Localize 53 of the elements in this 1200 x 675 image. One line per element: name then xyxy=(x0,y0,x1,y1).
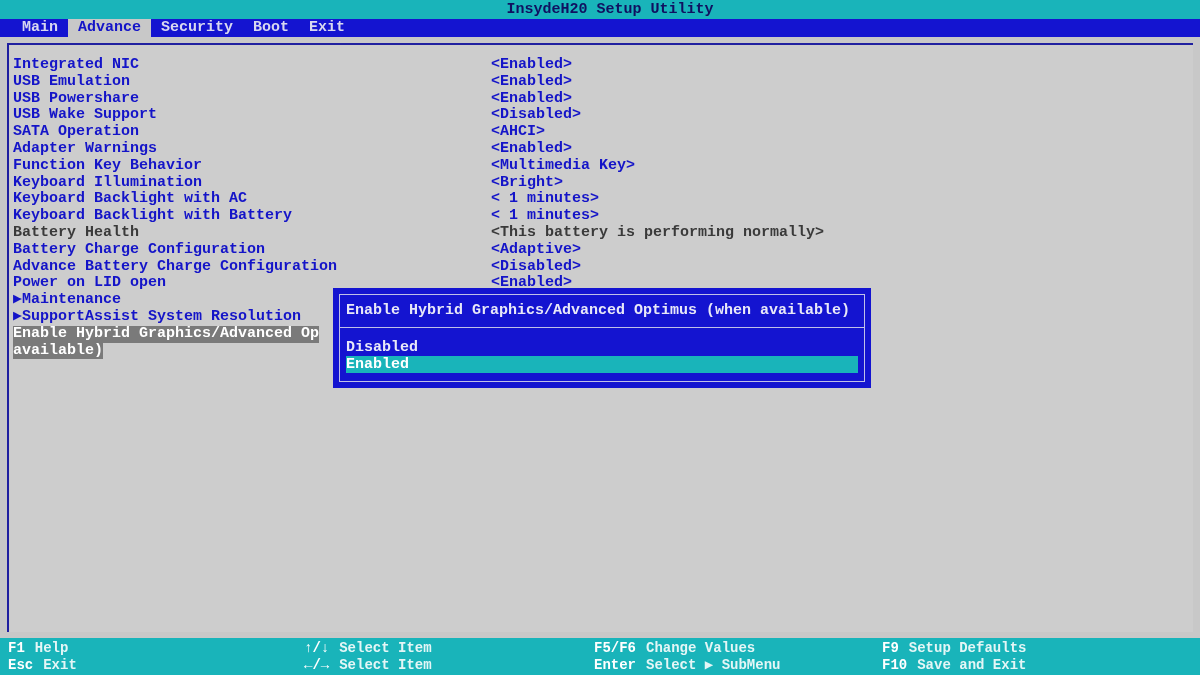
key-action: Select Item xyxy=(339,656,432,673)
submenu-link[interactable]: ▶Maintenance xyxy=(13,292,122,309)
setting-value[interactable]: <Adaptive> xyxy=(491,241,581,259)
menu-tab[interactable]: Exit xyxy=(299,19,356,37)
setting-label[interactable]: Adapter Warnings xyxy=(13,141,158,158)
key-hint: Enter xyxy=(594,656,636,673)
key-action: Save and Exit xyxy=(917,656,1027,673)
window-title: InsydeH20 Setup Utility xyxy=(506,0,714,19)
popup-option[interactable]: Disabled xyxy=(346,339,858,356)
key-action: Select Item xyxy=(339,640,432,657)
key-hint: ←/→ xyxy=(304,656,330,673)
popup-title: Enable Hybrid Graphics/Advanced Optimus (when available) xyxy=(346,300,851,321)
submenu-link[interactable]: ▶SupportAssist System Resolution xyxy=(13,308,302,326)
menu-tab[interactable]: Boot xyxy=(243,19,300,37)
key-action: Select ▶ SubMenu xyxy=(646,656,781,673)
setting-label[interactable]: USB Wake Support xyxy=(13,107,158,125)
setting-label[interactable]: Keyboard Illumination xyxy=(13,174,203,192)
key-hint: F1 xyxy=(8,640,25,657)
key-action: Change Values xyxy=(646,640,756,657)
setting-value[interactable]: <Disabled> xyxy=(491,107,581,125)
setting-label[interactable]: Battery Charge Configuration xyxy=(13,241,266,259)
setting-label[interactable]: USB Emulation xyxy=(13,73,131,91)
key-hint: Esc xyxy=(8,656,34,673)
menu-tab[interactable]: Security xyxy=(151,19,244,37)
key-hint: F9 xyxy=(882,640,899,657)
setting-value[interactable]: <Enabled> xyxy=(491,90,572,108)
setting-label[interactable]: Function Key Behavior xyxy=(13,157,203,175)
key-hint: F5/F6 xyxy=(594,640,636,657)
key-action: Setup Defaults xyxy=(908,640,1027,657)
setting-value[interactable]: < 1 minutes> xyxy=(491,208,600,225)
setting-value[interactable]: < 1 minutes> xyxy=(491,191,600,209)
setting-label[interactable]: Integrated NIC xyxy=(13,57,140,74)
setting-label[interactable]: SATA Operation xyxy=(13,124,140,141)
setting-value[interactable]: <Bright> xyxy=(491,174,563,192)
key-action: Help xyxy=(34,640,69,657)
setting-value[interactable]: <Enabled> xyxy=(491,141,572,158)
key-hint: ↑/↓ xyxy=(304,640,330,657)
setting-value[interactable]: <Enabled> xyxy=(491,275,572,293)
setting-label[interactable]: Advance Battery Charge Configuration xyxy=(13,258,338,276)
setting-value[interactable]: <Disabled> xyxy=(491,258,581,276)
setting-label[interactable]: Keyboard Backlight with Battery xyxy=(13,208,293,225)
key-action: Exit xyxy=(43,656,77,673)
setting-label[interactable]: Power on LID open xyxy=(13,275,167,293)
setting-value[interactable]: <Multimedia Key> xyxy=(491,157,636,175)
setting-value[interactable]: <Enabled> xyxy=(491,57,572,74)
setting-label[interactable]: Enable Hybrid Graphics/Advanced Op xyxy=(13,325,320,343)
menu-tab[interactable]: Main xyxy=(12,19,68,37)
setting-label[interactable]: USB Powershare xyxy=(13,90,140,108)
setting-value[interactable]: <Enabled> xyxy=(491,73,572,91)
menu-tab[interactable]: Advance xyxy=(68,19,152,37)
setting-label[interactable]: Keyboard Backlight with AC xyxy=(13,191,248,209)
key-hint: F10 xyxy=(882,656,908,673)
setting-value[interactable]: <AHCI> xyxy=(491,124,545,141)
